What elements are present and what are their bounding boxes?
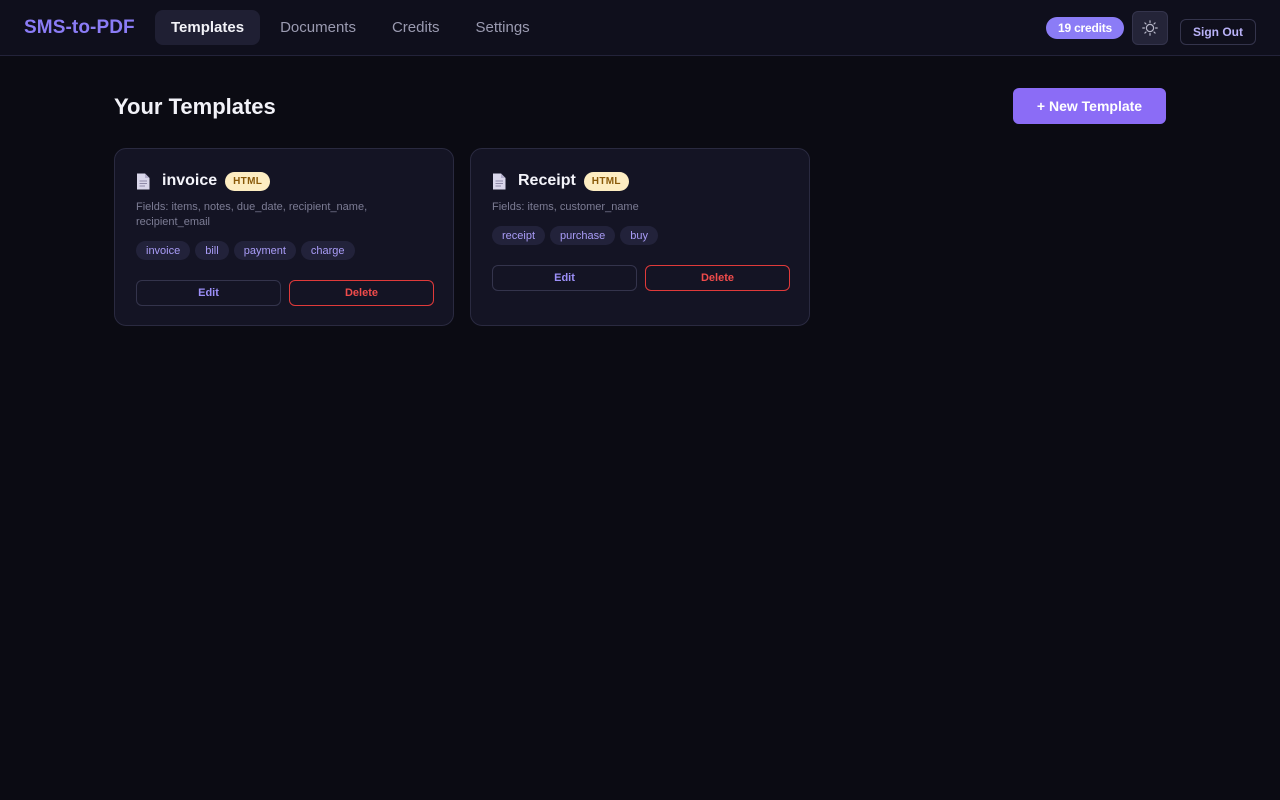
brand-logo[interactable]: SMS-to-PDF [24, 17, 135, 39]
sign-out-button[interactable]: Sign Out [1180, 19, 1256, 45]
main-nav: Templates Documents Credits Settings [155, 10, 546, 45]
credits-badge: 19 credits [1046, 17, 1125, 39]
document-icon [137, 173, 150, 189]
edit-button[interactable]: Edit [136, 280, 281, 306]
template-card-receipt: Receipt HTML Fields: items, customer_nam… [470, 148, 810, 326]
tag: purchase [550, 226, 616, 245]
delete-button[interactable]: Delete [289, 280, 434, 306]
new-template-button[interactable]: + New Template [1013, 88, 1166, 124]
format-badge: HTML [225, 171, 271, 191]
top-navigation-bar: SMS-to-PDF Templates Documents Credits S… [0, 0, 1280, 56]
page-title: Your Templates [114, 94, 276, 119]
card-actions: Edit Delete [492, 265, 790, 291]
template-fields: Fields: items, notes, due_date, recipien… [136, 201, 368, 228]
template-card-invoice: invoice HTML Fields: items, notes, due_d… [114, 148, 454, 326]
edit-button[interactable]: Edit [492, 265, 637, 291]
tab-settings[interactable]: Settings [459, 10, 545, 45]
tag: receipt [492, 226, 546, 245]
template-name: Receipt [518, 172, 576, 189]
tag: charge [300, 241, 355, 260]
tag: buy [620, 226, 659, 245]
tag: bill [195, 241, 229, 260]
tag: invoice [136, 241, 191, 260]
format-badge: HTML [583, 171, 629, 191]
template-fields: Fields: items, customer_name [492, 201, 639, 213]
tag: payment [233, 241, 296, 260]
card-header: Receipt HTML [492, 170, 629, 192]
tab-documents[interactable]: Documents [264, 10, 372, 45]
template-name: invoice [162, 172, 218, 189]
sun-icon [1142, 20, 1158, 36]
tab-templates[interactable]: Templates [155, 10, 261, 45]
theme-toggle-button[interactable] [1132, 11, 1168, 45]
document-icon [493, 173, 506, 189]
tab-credits[interactable]: Credits [376, 10, 456, 45]
card-header: invoice HTML [136, 170, 271, 192]
tag-list: receipt purchase buy [492, 226, 659, 245]
card-actions: Edit Delete [136, 280, 434, 306]
delete-button[interactable]: Delete [645, 265, 790, 291]
tag-list: invoice bill payment charge [136, 241, 355, 260]
